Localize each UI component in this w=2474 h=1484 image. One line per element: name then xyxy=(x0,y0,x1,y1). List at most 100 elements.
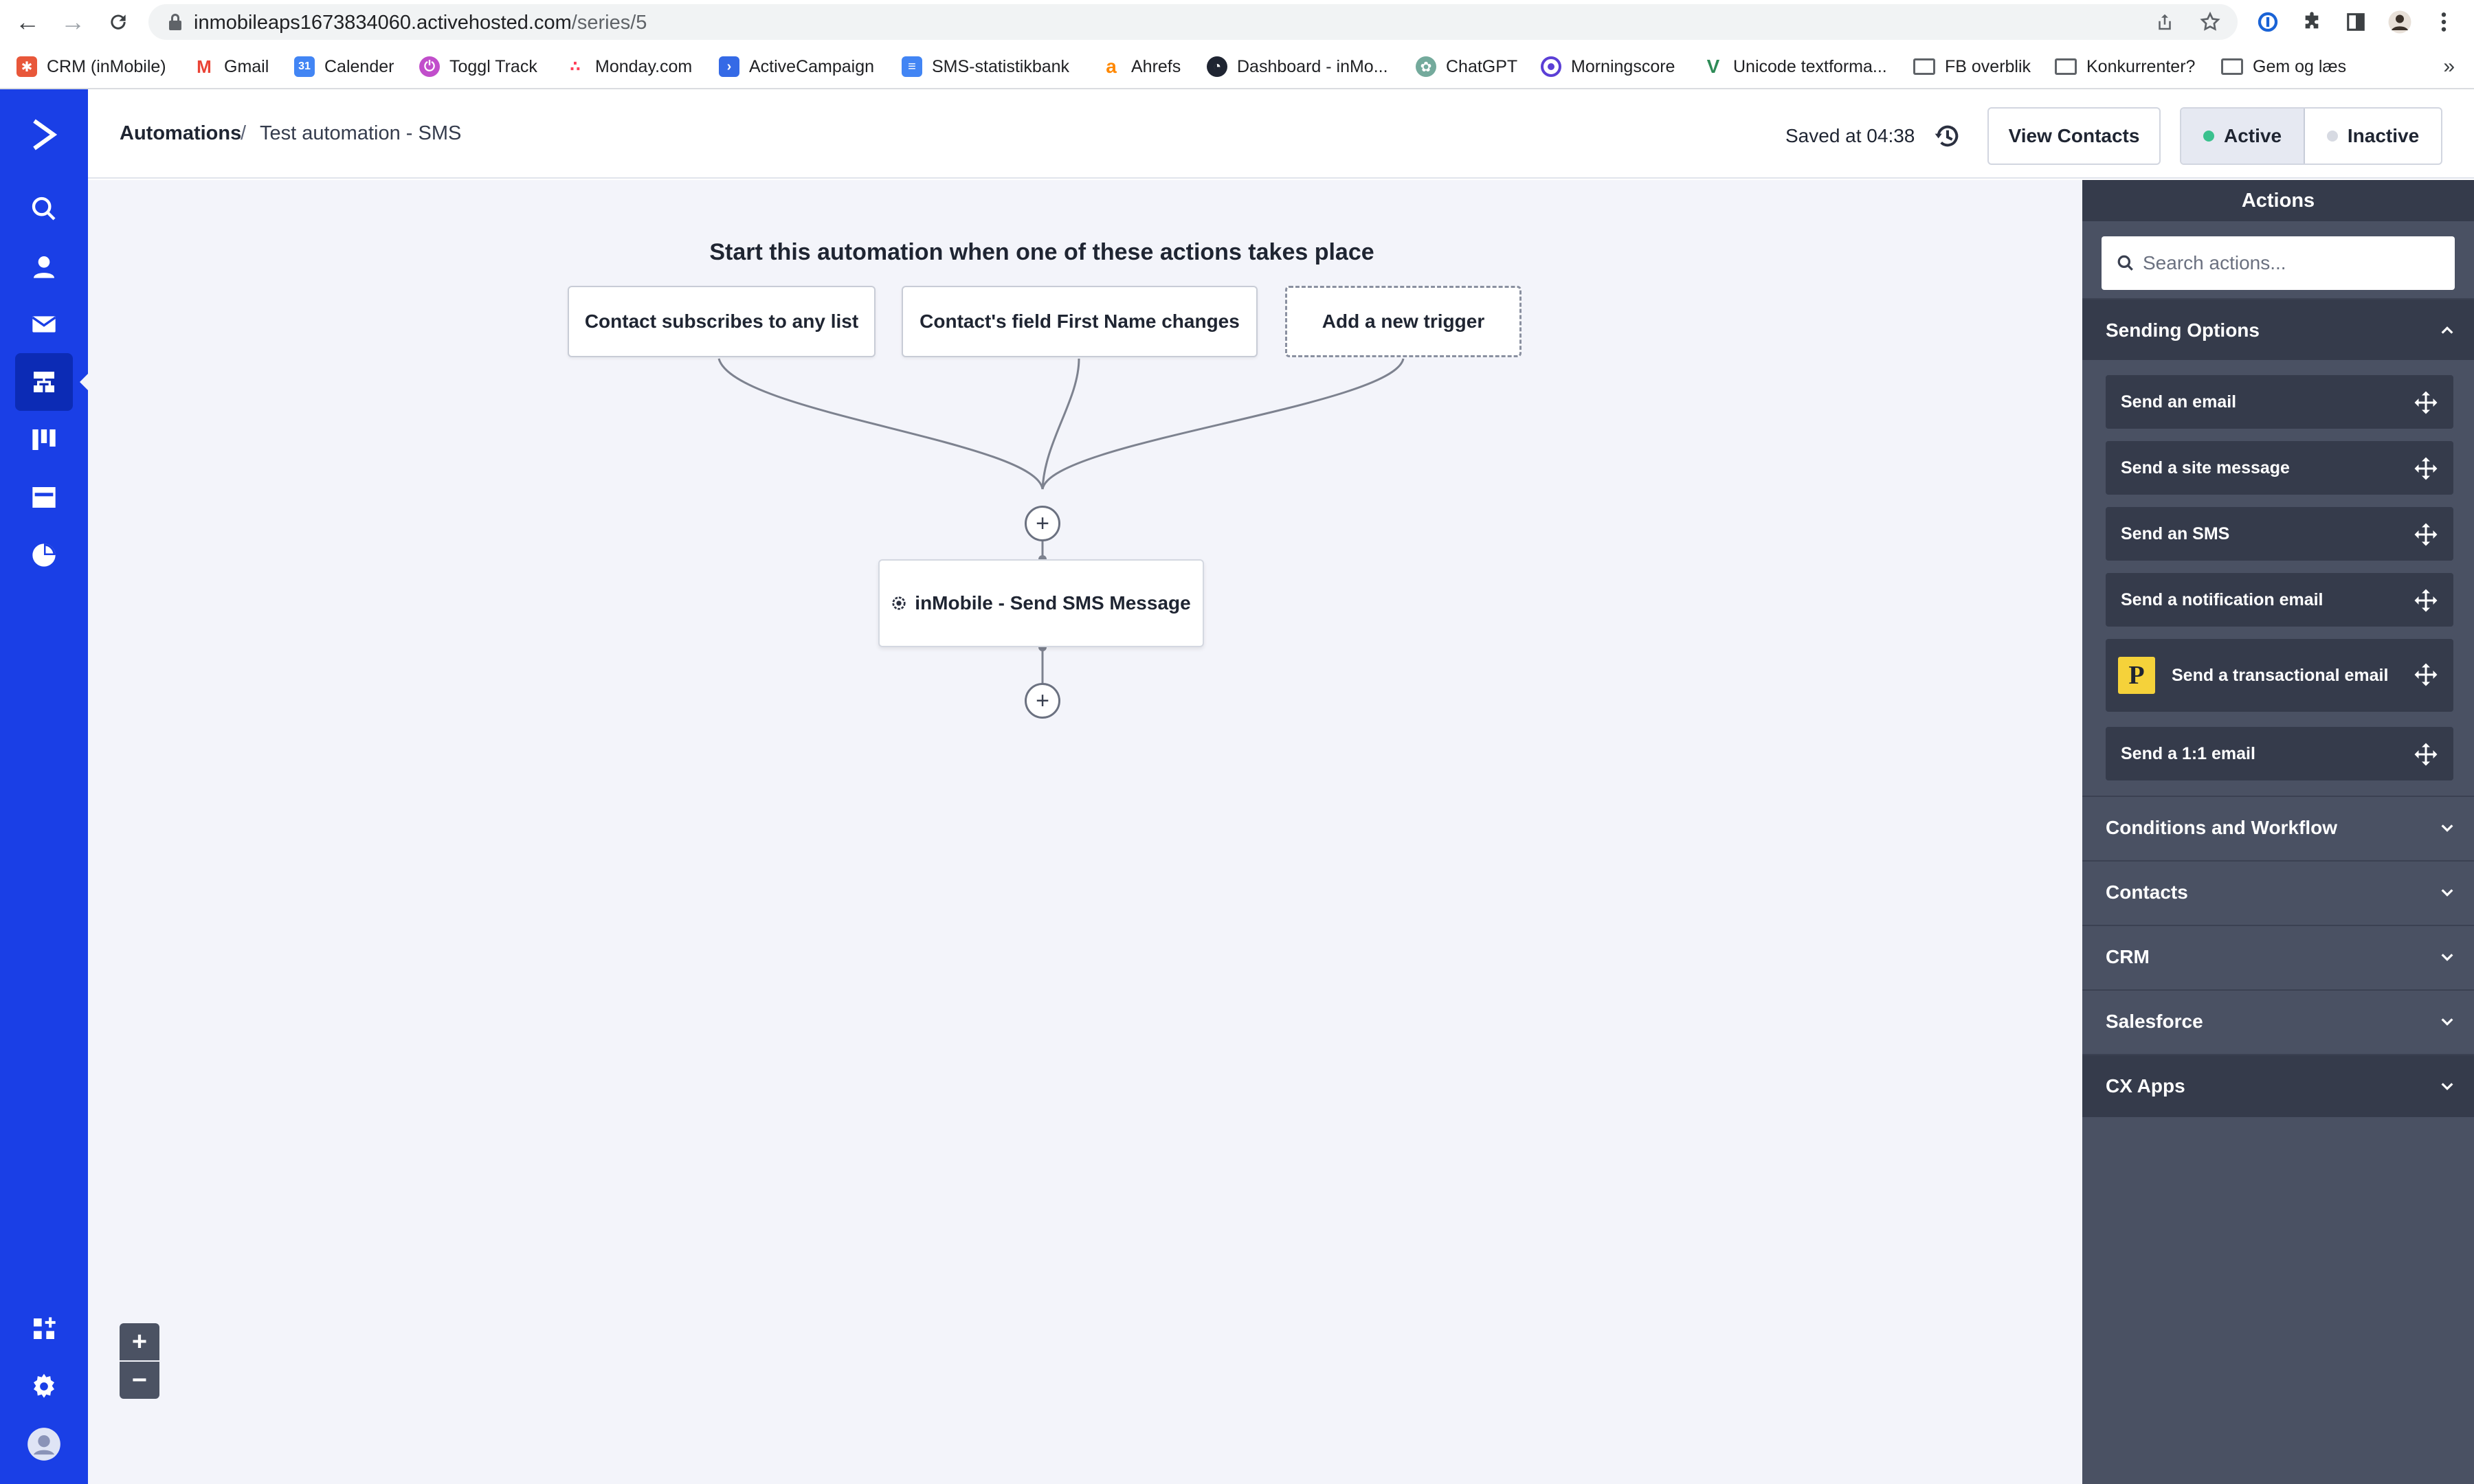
bookmark-chatgpt[interactable]: ✿ ChatGPT xyxy=(1416,54,1517,80)
bookmark-monday[interactable]: ∴ Monday.com xyxy=(565,54,692,80)
forward-button[interactable]: → xyxy=(56,5,89,38)
search-actions-input[interactable] xyxy=(2143,249,2438,278)
nav-profile[interactable] xyxy=(15,1415,73,1473)
toggl-icon: ⏻ xyxy=(419,56,440,77)
active-toggle-button[interactable]: Active xyxy=(2181,109,2305,164)
bookmark-unicode[interactable]: V Unicode textforma... xyxy=(1703,54,1887,80)
section-conditions-workflow[interactable]: Conditions and Workflow xyxy=(2082,796,2474,859)
morningscore-icon xyxy=(1541,56,1561,77)
bookmark-gem-og-laes[interactable]: Gem og læs xyxy=(2221,54,2346,80)
back-button[interactable]: ← xyxy=(11,5,44,38)
search-actions-box[interactable] xyxy=(2102,236,2455,290)
bookmark-calender[interactable]: 31 Calender xyxy=(294,54,394,80)
share-icon[interactable] xyxy=(2152,10,2177,34)
bookmark-star-icon[interactable] xyxy=(2198,10,2222,34)
drag-move-icon[interactable] xyxy=(2414,522,2438,547)
breadcrumb-automations[interactable]: Automations xyxy=(120,122,241,145)
ahrefs-icon: a xyxy=(1101,56,1122,77)
nav-home[interactable] xyxy=(15,106,73,164)
browser-window-icon xyxy=(32,487,56,508)
action-send-site-message[interactable]: Send a site message xyxy=(2106,441,2453,495)
pie-chart-icon xyxy=(32,543,56,567)
section-sending-options[interactable]: Sending Options xyxy=(2082,298,2474,361)
action-send-notification-email[interactable]: Send a notification email xyxy=(2106,573,2453,627)
zoom-in-button[interactable]: + xyxy=(120,1323,159,1360)
zoom-out-button[interactable]: − xyxy=(120,1362,159,1399)
nav-search[interactable] xyxy=(15,180,73,238)
person-icon xyxy=(34,256,54,278)
nav-campaigns[interactable] xyxy=(15,295,73,353)
drag-move-icon[interactable] xyxy=(2414,456,2438,481)
action-send-transactional-email[interactable]: P Send a transactional email xyxy=(2106,639,2453,712)
profile-avatar-icon[interactable] xyxy=(2383,5,2416,38)
action-node-inmobile-sms[interactable]: inMobile - Send SMS Message xyxy=(878,559,1204,647)
address-bar[interactable]: inmobileaps1673834060.activehosted.com/s… xyxy=(148,4,2238,40)
browser-toolbar: ← → inmobileaps1673834060.activehosted.c… xyxy=(0,0,2474,44)
add-step-button-bottom[interactable]: + xyxy=(1025,683,1060,719)
inactive-toggle-button[interactable]: Inactive xyxy=(2305,109,2441,164)
add-trigger-button[interactable]: Add a new trigger xyxy=(1285,286,1522,357)
url-text: inmobileaps1673834060.activehosted.com/s… xyxy=(194,12,647,34)
action-send-1-1-email[interactable]: Send a 1:1 email xyxy=(2106,727,2453,780)
nav-automations[interactable] xyxy=(15,353,73,411)
bookmark-toggl[interactable]: ⏻ Toggl Track xyxy=(419,54,537,80)
nav-websites[interactable] xyxy=(15,469,73,526)
chevron-down-icon xyxy=(2441,1083,2453,1090)
search-icon xyxy=(2117,255,2133,271)
section-cx-apps[interactable]: CX Apps xyxy=(2082,1054,2474,1117)
chevron-down-icon xyxy=(2441,889,2453,897)
bookmarks-bar: ✱ CRM (inMobile) M Gmail 31 Calender ⏻ Toggl… xyxy=(0,44,2474,89)
section-salesforce[interactable]: Salesforce xyxy=(2082,989,2474,1053)
bookmark-ahrefs[interactable]: a Ahrefs xyxy=(1101,54,1181,80)
nav-reports[interactable] xyxy=(15,526,73,584)
action-send-email[interactable]: Send an email xyxy=(2106,375,2453,429)
bookmark-gmail[interactable]: M Gmail xyxy=(194,54,269,80)
nav-settings[interactable] xyxy=(15,1358,73,1415)
integration-gear-icon xyxy=(892,596,906,610)
active-nav-indicator xyxy=(80,374,88,390)
drag-move-icon[interactable] xyxy=(2414,390,2438,415)
actions-panel-title: Actions xyxy=(2082,180,2474,221)
bookmark-crm[interactable]: ✱ CRM (inMobile) xyxy=(16,54,166,80)
extensions-puzzle-icon[interactable] xyxy=(2295,5,2328,38)
breadcrumb-separator: / xyxy=(241,122,247,144)
action-send-sms[interactable]: Send an SMS xyxy=(2106,507,2453,561)
automation-canvas[interactable]: Start this automation when one of these … xyxy=(88,180,2082,1484)
inactive-dot-icon xyxy=(2326,131,2338,142)
bookmark-konkurrenter[interactable]: Konkurrenter? xyxy=(2055,54,2195,80)
trigger-field-changes[interactable]: Contact's field First Name changes xyxy=(902,286,1258,357)
user-avatar-icon xyxy=(27,1428,60,1461)
bookmark-sms-statistikbank[interactable]: ≡ SMS-statistikbank xyxy=(902,54,1069,80)
view-contacts-button[interactable]: View Contacts xyxy=(1987,107,2161,165)
chatgpt-icon: ✿ xyxy=(1416,56,1436,77)
bookmark-dashboard[interactable]: ◔ Dashboard - inMo... xyxy=(1207,54,1388,80)
nav-contacts[interactable] xyxy=(15,238,73,295)
automation-flow-icon xyxy=(34,372,54,392)
drag-move-icon[interactable] xyxy=(2414,588,2438,613)
nav-apps[interactable] xyxy=(15,1300,73,1358)
search-icon xyxy=(32,196,56,221)
bookmarks-overflow-button[interactable]: » xyxy=(2443,55,2455,78)
browser-menu-icon[interactable] xyxy=(2427,5,2460,38)
section-contacts[interactable]: Contacts xyxy=(2082,860,2474,923)
folder-icon xyxy=(2221,58,2243,75)
unicode-icon: V xyxy=(1703,56,1724,77)
history-icon[interactable] xyxy=(1934,122,1961,150)
side-panel-icon[interactable] xyxy=(2339,5,2372,38)
drag-move-icon[interactable] xyxy=(2414,742,2438,767)
reload-icon xyxy=(111,14,126,30)
status-toggle: Active Inactive xyxy=(2180,107,2442,165)
drag-move-icon[interactable] xyxy=(2414,662,2438,687)
reload-button[interactable] xyxy=(102,5,135,38)
trigger-contact-subscribes[interactable]: Contact subscribes to any list xyxy=(568,286,876,357)
password-manager-icon[interactable] xyxy=(2251,5,2284,38)
section-crm[interactable]: CRM xyxy=(2082,925,2474,988)
saved-status: Saved at 04:38 xyxy=(1785,125,1915,146)
activecampaign-logo-icon xyxy=(33,119,58,150)
bookmark-morningscore[interactable]: Morningscore xyxy=(1541,54,1675,80)
folder-icon xyxy=(1913,58,1935,75)
add-step-button-top[interactable]: + xyxy=(1025,506,1060,541)
bookmark-activecampaign[interactable]: › ActiveCampaign xyxy=(719,54,874,80)
bookmark-fb-overblik[interactable]: FB overblik xyxy=(1913,54,2031,80)
nav-pipelines[interactable] xyxy=(15,411,73,469)
